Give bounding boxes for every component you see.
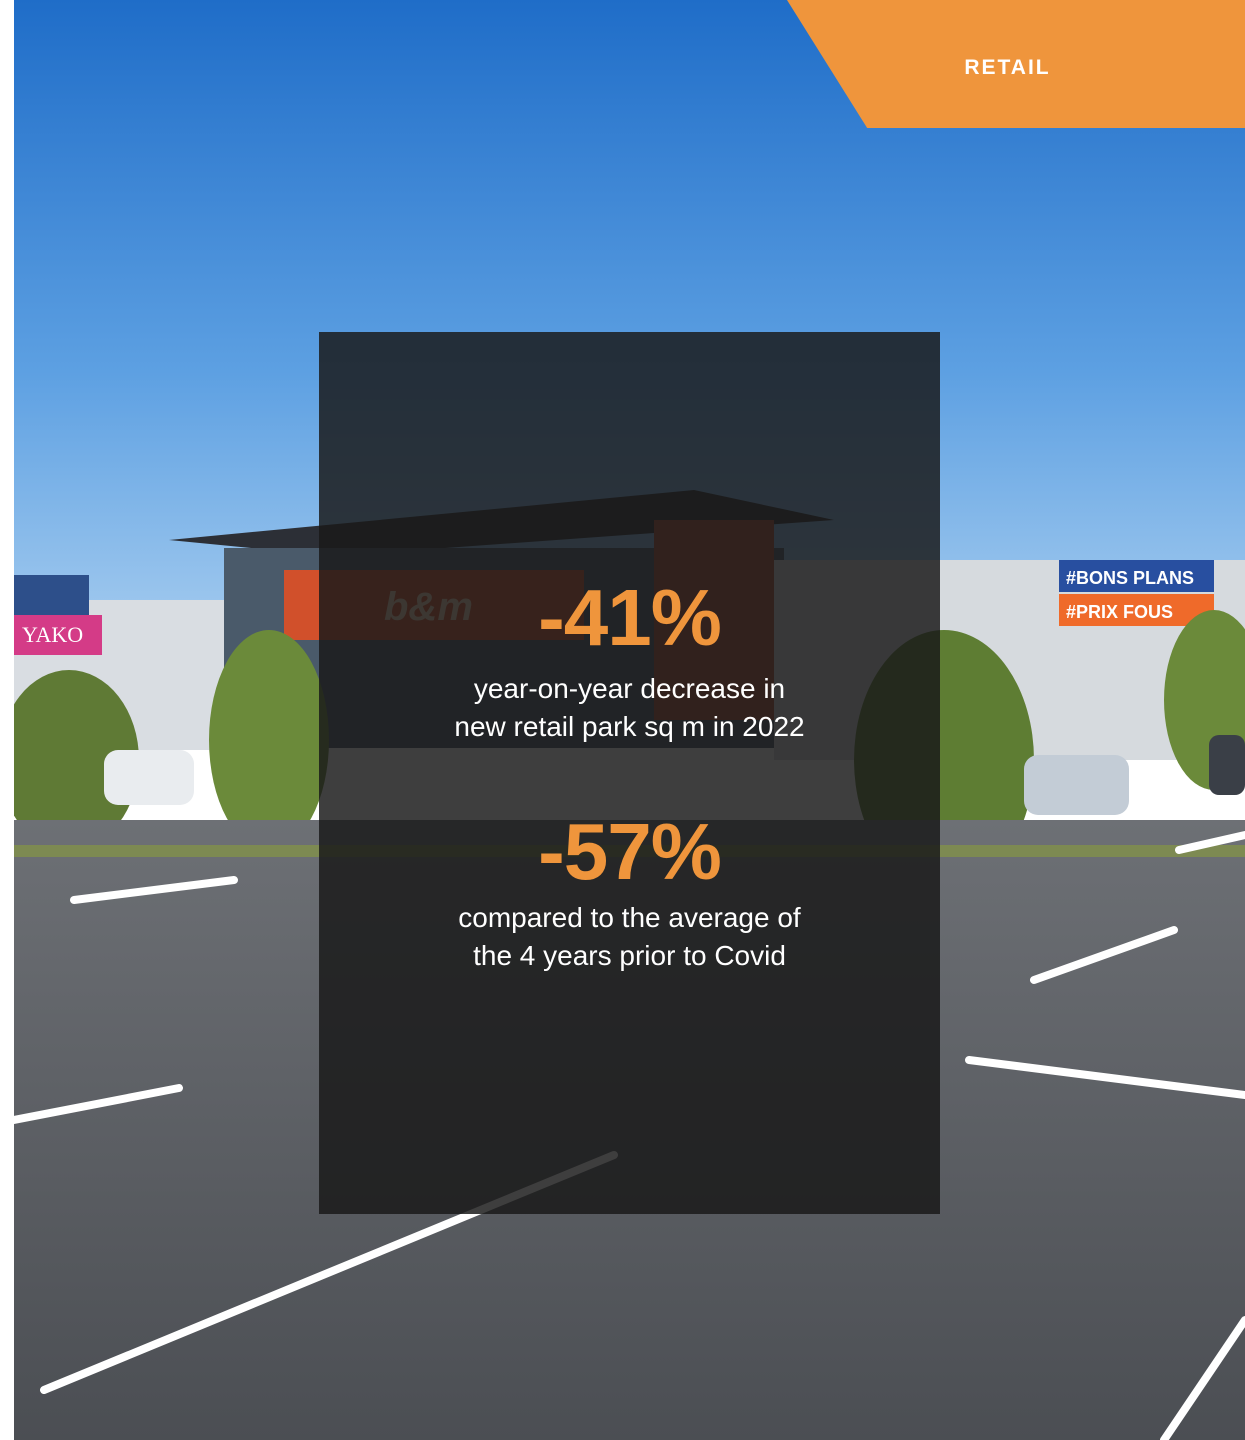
- stat-value-pre-covid-comparison: -57%: [538, 807, 722, 896]
- category-tag-label: RETAIL: [964, 56, 1051, 79]
- svg-text:#BONS PLANS: #BONS PLANS: [1066, 568, 1194, 588]
- stats-overlay-panel: [319, 332, 940, 1214]
- stat-description-line: the 4 years prior to Covid: [473, 940, 786, 971]
- stat-value-retail-park-decrease: -41%: [538, 573, 722, 662]
- stat-description-pre-covid-comparison: compared to the average of the 4 years p…: [319, 899, 940, 975]
- stat-description-line: compared to the average of: [458, 902, 801, 933]
- stat-description-line: new retail park sq m in 2022: [454, 711, 805, 742]
- stat-description-line: year-on-year decrease in: [473, 673, 786, 704]
- svg-text:#PRIX FOUS: #PRIX FOUS: [1066, 602, 1173, 622]
- stat-description-retail-park-decrease: year-on-year decrease in new retail park…: [319, 670, 940, 746]
- svg-text:YAKO: YAKO: [22, 622, 83, 647]
